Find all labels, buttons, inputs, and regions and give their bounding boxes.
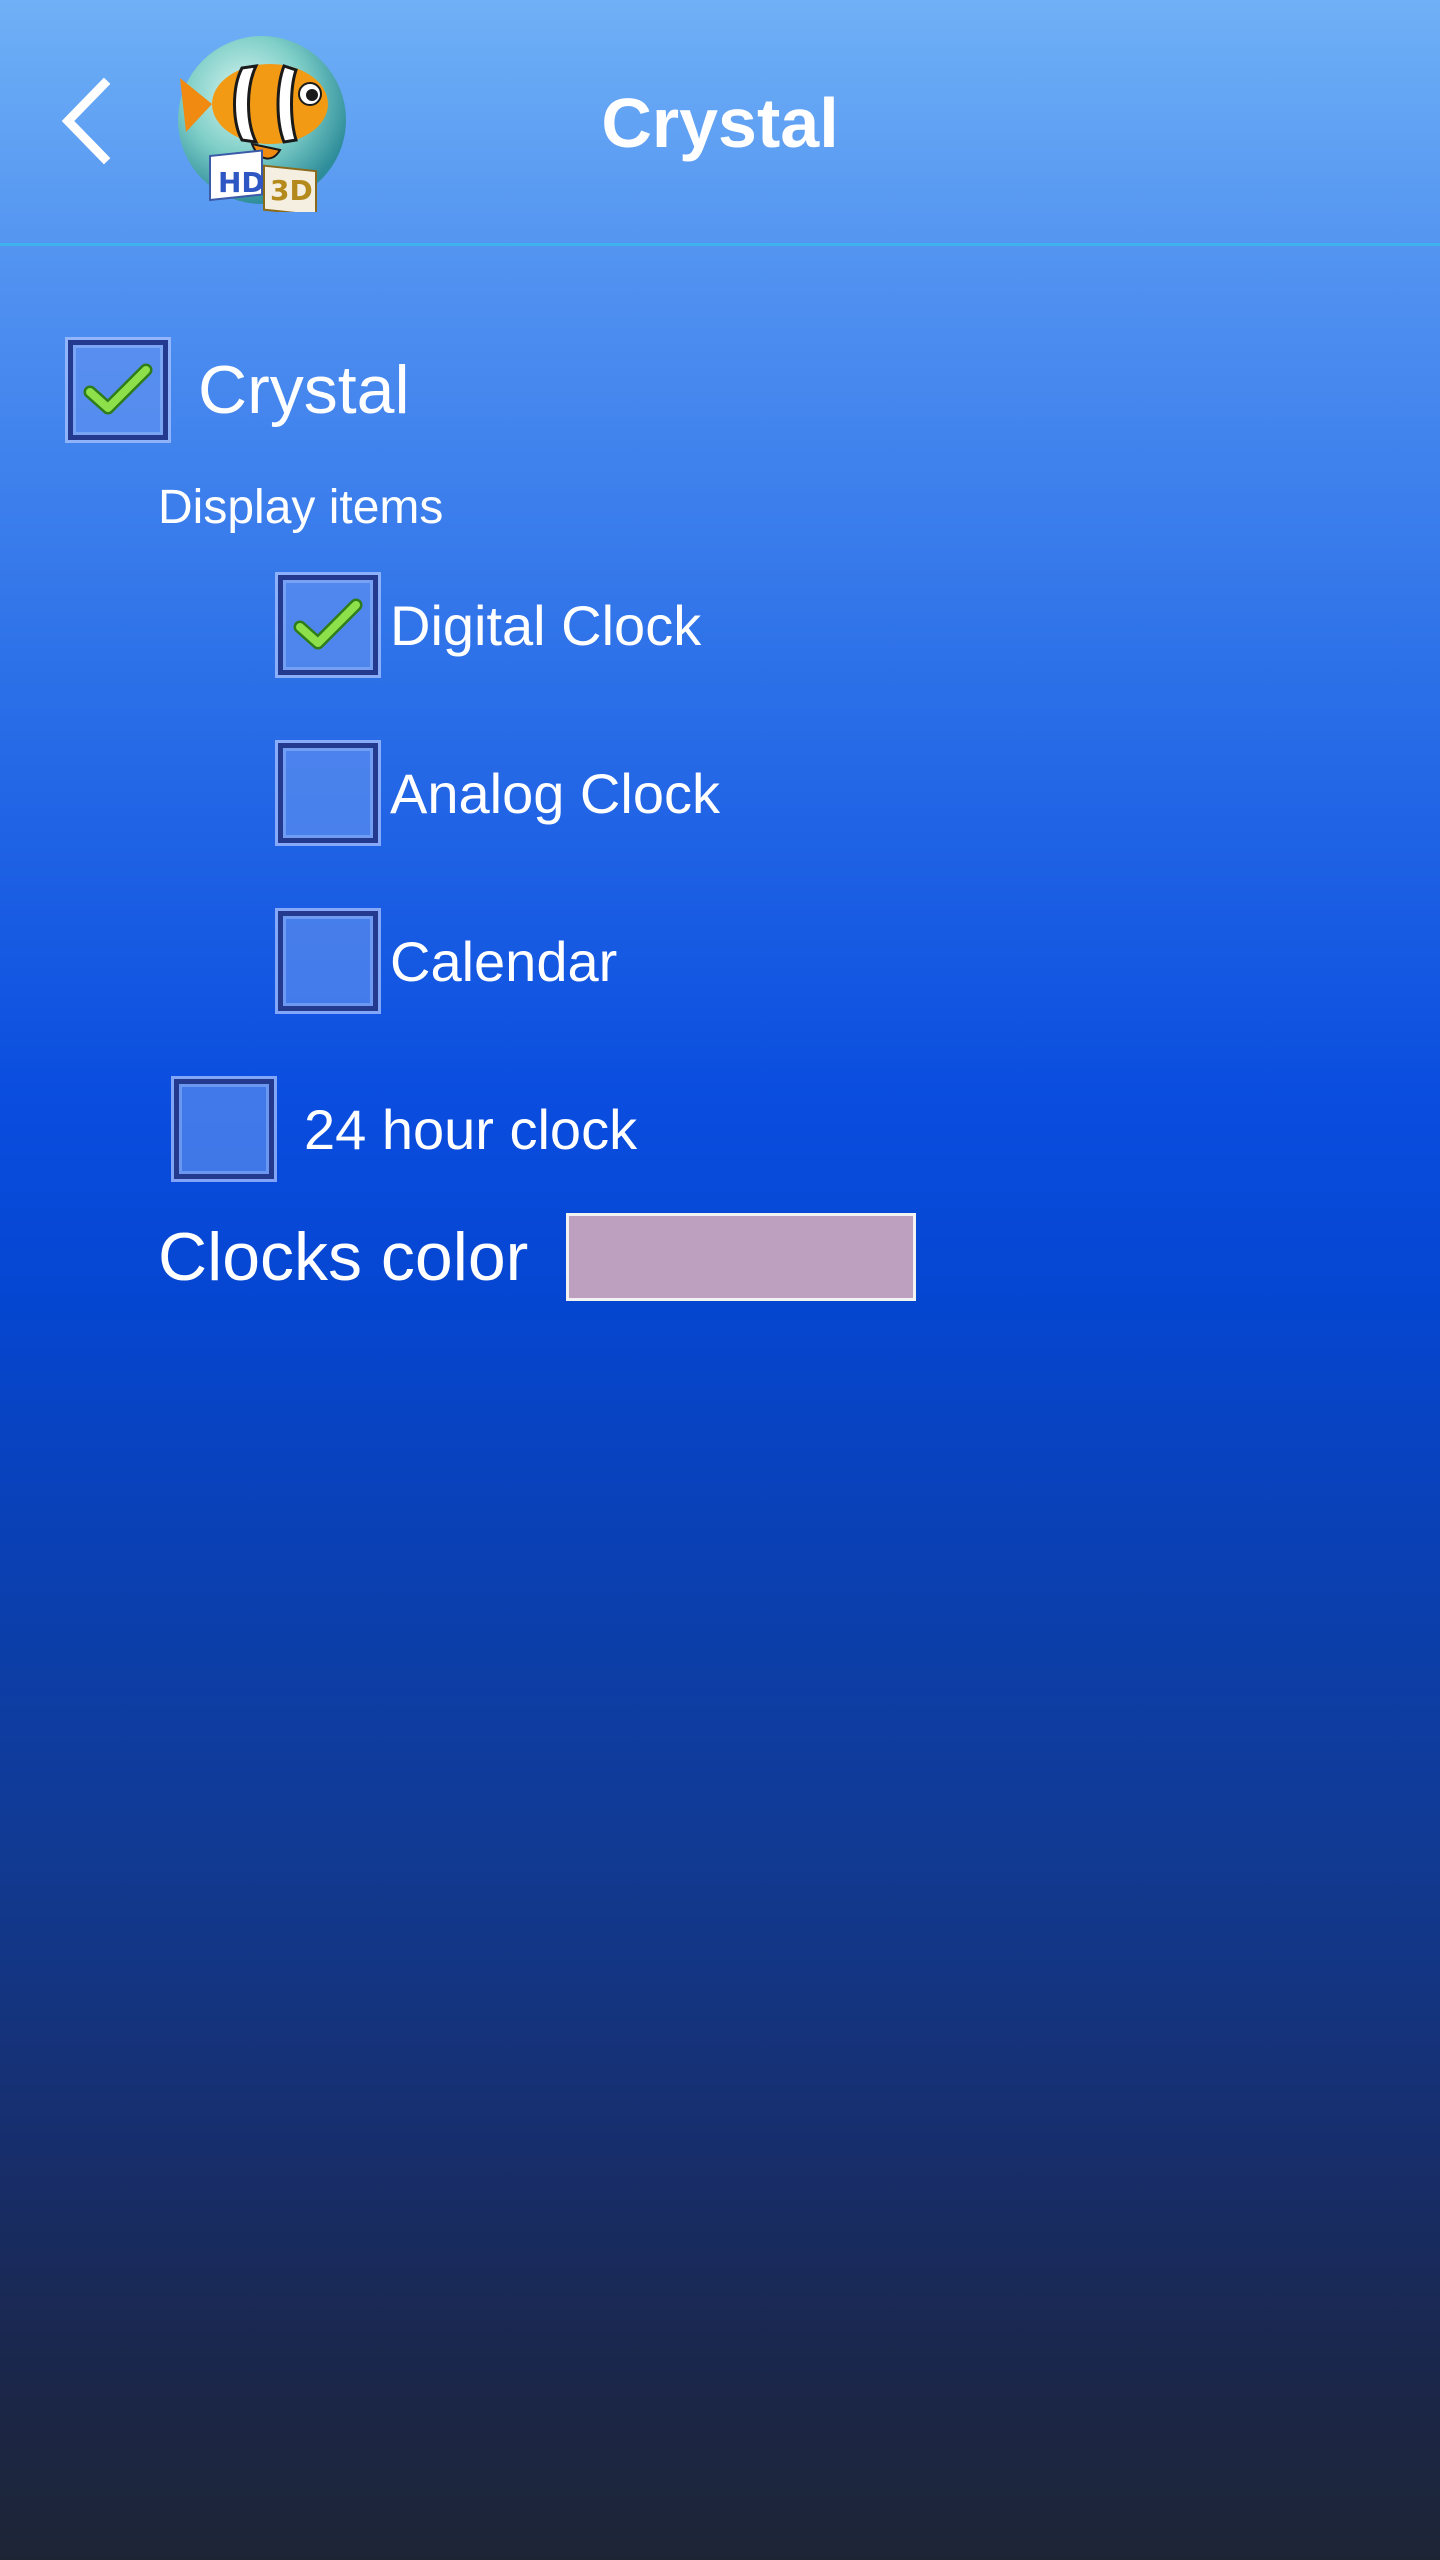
back-button[interactable] — [50, 66, 130, 176]
calendar-checkbox[interactable] — [275, 908, 381, 1014]
page-title: Crystal — [601, 84, 839, 162]
checkmark-icon — [293, 598, 363, 650]
digital-clock-checkbox[interactable] — [275, 572, 381, 678]
clocks-color-swatch[interactable] — [566, 1213, 917, 1301]
calendar-option[interactable]: Calendar — [275, 908, 618, 1014]
checkmark-icon — [83, 363, 153, 415]
svg-text:HD: HD — [218, 166, 265, 199]
hour24-checkbox[interactable] — [171, 1076, 277, 1182]
chevron-left-icon — [61, 77, 111, 165]
calendar-label: Calendar — [390, 929, 618, 993]
header-bar: HD 3D Crystal — [0, 0, 1440, 246]
crystal-toggle[interactable]: Crystal — [65, 337, 410, 443]
clownfish-logo-icon: HD 3D — [178, 36, 346, 217]
digital-clock-label: Digital Clock — [390, 593, 702, 657]
crystal-checkbox[interactable] — [65, 337, 171, 443]
analog-clock-label: Analog Clock — [390, 761, 720, 825]
display-items-label: Display items — [158, 481, 444, 534]
svg-text:3D: 3D — [270, 174, 313, 207]
hour24-label: 24 hour clock — [304, 1097, 638, 1161]
hour24-option[interactable]: 24 hour clock — [171, 1076, 638, 1182]
crystal-toggle-label: Crystal — [198, 352, 410, 428]
digital-clock-option[interactable]: Digital Clock — [275, 572, 702, 678]
clocks-color-label: Clocks color — [158, 1219, 529, 1295]
analog-clock-option[interactable]: Analog Clock — [275, 740, 720, 846]
app-logo: HD 3D — [172, 32, 352, 217]
analog-clock-checkbox[interactable] — [275, 740, 381, 846]
clocks-color-row: Clocks color — [158, 1212, 917, 1302]
